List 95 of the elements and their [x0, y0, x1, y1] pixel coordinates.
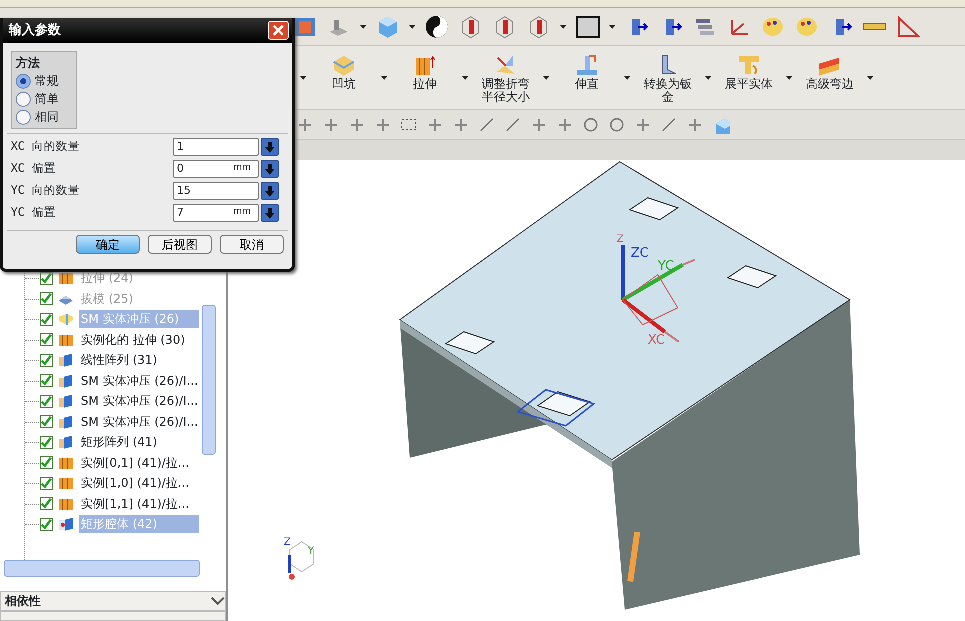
field-label: YC 偏置 — [10, 204, 57, 222]
radio-option[interactable]: 常规 — [16, 72, 72, 90]
ribbon-button[interactable]: 凹坑 — [307, 48, 381, 108]
input-field[interactable]: 15 — [173, 182, 259, 200]
tree-item[interactable]: 线性阵列 (31) — [79, 351, 160, 370]
arrow-down-icon — [265, 186, 275, 196]
square-icon[interactable] — [575, 14, 601, 40]
dialog-button[interactable]: 确定 — [76, 235, 140, 254]
caret-icon[interactable] — [786, 76, 793, 80]
tree-item[interactable]: 实例[1,0] (41)/拉... — [79, 474, 192, 492]
pattern-feature-icon — [57, 372, 75, 389]
pattern-feature-icon — [57, 434, 75, 450]
dropdown-button[interactable] — [261, 160, 279, 178]
caret-icon[interactable] — [462, 76, 469, 80]
arrow-down-icon — [265, 208, 275, 218]
checkbox[interactable] — [40, 354, 53, 367]
circle-icon[interactable] — [608, 116, 626, 134]
pattern-feature-icon — [57, 393, 75, 410]
close-icon — [273, 25, 284, 36]
circle-icon[interactable] — [582, 116, 600, 134]
dialog-title: 输入参数 — [9, 22, 61, 40]
panel-header[interactable]: 相依性 — [0, 591, 226, 612]
dropdown-button[interactable] — [261, 204, 279, 222]
triangle-icon[interactable] — [896, 14, 922, 40]
checkbox[interactable] — [40, 456, 53, 470]
field-label: XC 向的数量 — [10, 138, 81, 156]
ribbon-button[interactable]: 转换为钣金 — [631, 48, 705, 108]
tree-item[interactable]: 实例[0,1] (41)/拉... — [79, 454, 192, 472]
axis-label: XC — [648, 333, 666, 348]
sphere-icon[interactable] — [424, 14, 450, 40]
input-field[interactable]: 7 mm — [173, 204, 259, 222]
stamp-feature-icon — [57, 311, 75, 328]
ribbon-button[interactable]: 调整折弯半径大小 — [469, 48, 543, 108]
checkbox[interactable] — [40, 497, 53, 510]
checkbox[interactable] — [40, 518, 53, 531]
pattern-feature-icon — [57, 352, 75, 368]
checkbox[interactable] — [40, 292, 53, 306]
caret-icon[interactable] — [705, 76, 712, 80]
ribbon-button[interactable]: 伸直 — [550, 48, 624, 108]
arrow-down-icon — [265, 164, 275, 174]
tree-item[interactable]: SM 实体冲压 (26)/I... — [79, 412, 200, 431]
checkbox[interactable] — [40, 312, 53, 326]
axis-label: Z — [617, 234, 624, 245]
caret-icon[interactable] — [300, 76, 307, 80]
checkbox[interactable] — [40, 476, 53, 490]
extrude-feature-icon — [57, 475, 75, 492]
dialog-button[interactable]: 后视图 — [148, 235, 212, 254]
checkbox[interactable] — [40, 333, 53, 346]
vertical-scrollbar[interactable] — [202, 305, 216, 455]
chevron-down-icon[interactable] — [211, 596, 225, 606]
caret-icon[interactable] — [381, 76, 388, 80]
ribbon-button[interactable]: 展平实体 — [712, 48, 786, 108]
axis-label: YC — [658, 259, 674, 274]
input-field[interactable]: 0 mm — [173, 160, 259, 178]
group-title: 方法 — [16, 55, 41, 72]
checkbox[interactable] — [40, 394, 53, 408]
extrude-feature-icon — [57, 270, 75, 286]
field-label: XC 偏置 — [10, 160, 57, 178]
caret-icon[interactable] — [560, 24, 567, 28]
tree-item[interactable]: SM 实体冲压 (26)/I... — [79, 392, 200, 410]
caret-icon[interactable] — [867, 76, 874, 80]
dropdown-button[interactable] — [261, 138, 279, 156]
input-field[interactable]: 1 — [173, 138, 259, 156]
radio-option[interactable]: 简单 — [16, 90, 72, 108]
view-triad-drawing — [288, 541, 314, 580]
line-icon[interactable] — [504, 116, 522, 134]
ribbon-button[interactable]: 拉伸 — [388, 48, 462, 108]
axis-label: ZC — [631, 246, 649, 261]
horizontal-scrollbar[interactable] — [4, 560, 200, 578]
caret-icon[interactable] — [624, 76, 631, 80]
checkbox[interactable] — [40, 415, 53, 428]
caret-icon[interactable] — [409, 24, 416, 28]
dialog-button[interactable]: 取消 — [220, 235, 284, 254]
pattern-feature-icon — [57, 414, 75, 430]
radio-option[interactable]: 相同 — [16, 108, 72, 126]
close-button[interactable] — [268, 21, 289, 40]
ribbon-button[interactable]: 高级弯边 — [793, 48, 867, 108]
caret-icon[interactable] — [543, 76, 550, 80]
axis-label: Z — [284, 537, 291, 548]
field-label: YC 向的数量 — [10, 182, 81, 200]
checkbox[interactable] — [40, 436, 53, 449]
caret-icon[interactable] — [609, 24, 616, 28]
line-icon[interactable] — [660, 116, 678, 134]
caret-icon[interactable] — [360, 24, 367, 28]
pocket-feature-icon — [57, 516, 75, 532]
dropdown-button[interactable] — [261, 182, 279, 200]
axis-label: Y — [308, 546, 314, 557]
arrow-down-icon — [265, 142, 275, 152]
tree-item[interactable]: 矩形阵列 (41) — [79, 433, 160, 452]
tree-item[interactable]: 实例[1,1] (41)/拉... — [79, 494, 192, 513]
tree-item[interactable]: SM 实体冲压 (26)/I... — [79, 372, 200, 390]
checkbox[interactable] — [40, 272, 53, 285]
line-icon[interactable] — [478, 116, 496, 134]
tree-item[interactable]: 实例化的 拉伸 (30) — [79, 330, 188, 349]
checkbox[interactable] — [40, 374, 53, 388]
